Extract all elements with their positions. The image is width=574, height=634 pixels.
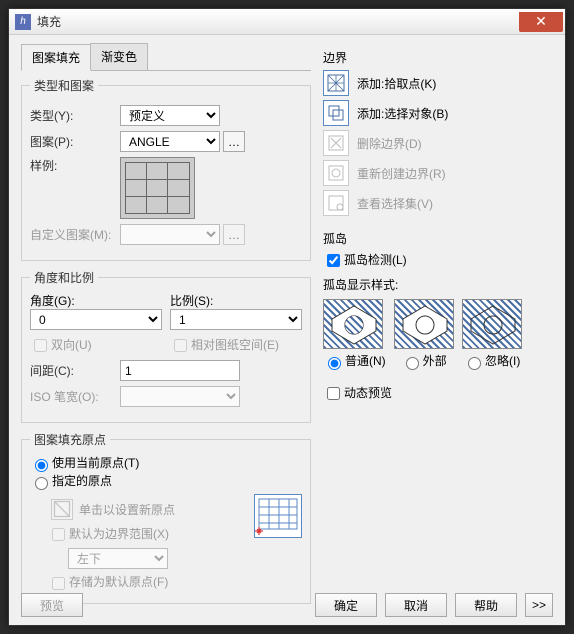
bidir-checkbox-label[interactable]: 双向(U) [30,338,92,352]
remove-boundary-button [323,130,349,156]
islands-title: 孤岛 [323,230,553,247]
custom-pattern-label: 自定义图案(M): [30,226,120,243]
app-icon: h [15,14,31,30]
pattern-select[interactable]: ANGLE [120,131,220,152]
paperspace-checkbox [174,339,187,352]
island-normal-radio[interactable] [328,357,341,370]
pattern-label: 图案(P): [30,133,120,150]
group-type-pattern: 类型和图案 类型(Y): 预定义 图案(P): ANGLE … 样例: 自定义图… [21,77,311,261]
cancel-button[interactable]: 取消 [385,593,447,617]
view-selection-label: 查看选择集(V) [357,195,433,212]
group-origin: 图案填充原点 使用当前原点(T) 指定的原点 单击以设置新原点 默认为边界范围(… [21,431,311,603]
island-outer-radio-label[interactable]: 外部 [401,354,447,368]
set-origin-icon [51,499,73,520]
island-detect-checkbox[interactable] [327,254,340,267]
default-extent-checkbox [52,528,65,541]
group-type-pattern-title: 类型和图案 [30,77,98,94]
type-label: 类型(Y): [30,107,120,124]
iso-pen-select [120,386,240,407]
custom-pattern-browse-button: … [223,224,245,245]
titlebar: h 填充 ✕ [9,9,565,35]
button-bar: 预览 确定 取消 帮助 >> [21,593,553,617]
ok-button[interactable]: 确定 [315,593,377,617]
angle-select[interactable]: 0 [30,309,162,330]
tab-gradient[interactable]: 渐变色 [90,43,148,70]
sample-swatch[interactable] [120,157,195,219]
group-angle-scale: 角度和比例 角度(G): 0 比例(S): 1 双向(U) 相对图纸空间(E) … [21,269,311,423]
expand-button[interactable]: >> [525,593,553,617]
add-select-obj-label: 添加:选择对象(B) [357,105,448,122]
window-title: 填充 [37,13,519,30]
dynamic-preview-checkbox-label[interactable]: 动态预览 [323,386,392,400]
store-default-checkbox-label: 存储为默认原点(F) [48,575,168,589]
spacing-label: 间距(C): [30,362,120,379]
boundary-title: 边界 [323,49,553,66]
paperspace-checkbox-label[interactable]: 相对图纸空间(E) [170,338,279,352]
extent-select: 左下 [68,548,168,569]
preview-button[interactable]: 预览 [21,593,83,617]
island-outer-icon[interactable] [394,299,454,349]
scale-select[interactable]: 1 [170,309,302,330]
origin-preview-icon [254,494,302,538]
fill-dialog: h 填充 ✕ 图案填充 渐变色 类型和图案 类型(Y): 预定义 图案(P): … [8,8,566,626]
angle-label: 角度(G): [30,292,162,309]
recreate-boundary-button [323,160,349,186]
click-set-origin-label: 单击以设置新原点 [79,501,175,518]
view-selection-button [323,190,349,216]
tab-bar: 图案填充 渐变色 [21,43,311,71]
add-pick-point-label: 添加:拾取点(K) [357,75,436,92]
tab-hatch[interactable]: 图案填充 [21,44,91,71]
close-button[interactable]: ✕ [519,12,563,32]
add-select-obj-button[interactable] [323,100,349,126]
island-normal-icon[interactable] [323,299,383,349]
add-pick-point-button[interactable] [323,70,349,96]
island-ignore-radio-label[interactable]: 忽略(I) [463,354,520,368]
default-extent-checkbox-label: 默认为边界范围(X) [48,527,169,541]
type-select[interactable]: 预定义 [120,105,220,126]
island-ignore-icon[interactable] [462,299,522,349]
island-normal-radio-label[interactable]: 普通(N) [323,354,386,368]
group-angle-scale-title: 角度和比例 [30,269,98,286]
help-button[interactable]: 帮助 [455,593,517,617]
bidir-checkbox [34,339,47,352]
recreate-boundary-label: 重新创建边界(R) [357,165,446,182]
spacing-input[interactable] [120,360,240,381]
custom-pattern-select [120,224,220,245]
island-ignore-radio[interactable] [468,357,481,370]
island-outer-radio[interactable] [406,357,419,370]
specified-origin-radio[interactable] [35,477,48,490]
remove-boundary-label: 删除边界(D) [357,135,422,152]
pattern-browse-button[interactable]: … [223,131,245,152]
island-detect-checkbox-label[interactable]: 孤岛检测(L) [323,253,407,267]
use-current-origin-radio-label[interactable]: 使用当前原点(T) [30,456,139,470]
use-current-origin-radio[interactable] [35,459,48,472]
island-style-label: 孤岛显示样式: [323,276,553,293]
store-default-checkbox [52,577,65,590]
group-origin-title: 图案填充原点 [30,431,110,448]
specified-origin-radio-label[interactable]: 指定的原点 [30,474,112,488]
dynamic-preview-checkbox[interactable] [327,387,340,400]
scale-label: 比例(S): [170,292,302,309]
sample-label: 样例: [30,157,120,174]
iso-pen-label: ISO 笔宽(O): [30,388,120,405]
